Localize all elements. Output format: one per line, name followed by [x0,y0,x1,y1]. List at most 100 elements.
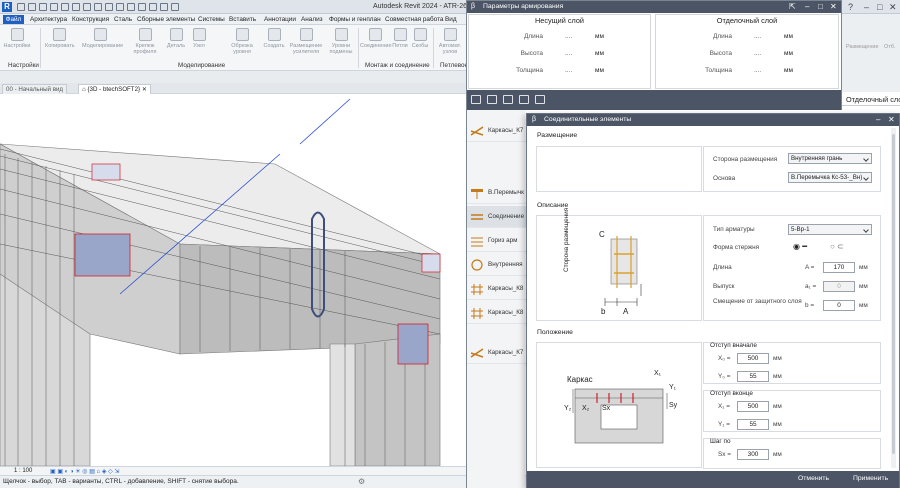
list-item[interactable]: Внутренняя [467,254,526,276]
list-item[interactable]: В.Перемычк [467,182,526,204]
view-scale[interactable]: 1 : 100 [14,468,32,474]
save-icon[interactable] [28,3,36,11]
menu-collaborate[interactable]: Совместная работа [385,16,443,23]
switch-windows-icon[interactable] [171,3,179,11]
minimize-icon[interactable]: – [876,115,880,124]
pin-icon[interactable]: ⇱ [789,2,796,11]
menu-architecture[interactable]: Архитектура [30,16,67,23]
ribbon-detail-button[interactable]: Деталь [165,28,187,49]
ribbon-button-label: Настройки [3,43,31,49]
list-item-label: Каркасы_К8 [488,309,524,316]
cancel-button[interactable]: Отменить [798,475,829,482]
shape-straight-radio[interactable]: ◉ ━ [793,242,807,251]
placement-ribbon-button[interactable]: Размещение [846,44,879,50]
scrollbar-thumb[interactable] [892,134,895,454]
diagram-side-label: Сторона размещения [563,207,570,272]
y1-input[interactable]: 55 [737,419,769,430]
ribbon-copy-button[interactable]: Копировать [45,28,75,49]
thin-lines-icon[interactable] [149,3,157,11]
list-item[interactable]: Каркасы_К7 [467,120,526,142]
apply-button[interactable]: Применить [853,475,888,482]
measure-icon[interactable] [83,3,91,11]
maximize-icon[interactable]: □ [818,2,823,11]
ribbon-loops-button[interactable]: Петли [390,28,410,49]
revit-logo[interactable]: R [2,2,12,12]
export-icon[interactable] [487,95,497,104]
dialog-scrollbar[interactable] [891,128,896,468]
list-item[interactable]: Каркасы_К8 [467,278,526,300]
menu-insert[interactable]: Вставить [229,16,256,23]
help-icon[interactable]: ? [848,2,853,12]
ribbon-auto-nodes-button[interactable]: Автомат. узлов [435,28,465,55]
menu-analyze[interactable]: Анализ [301,16,323,23]
import-icon[interactable] [503,95,513,104]
shape-hook-radio[interactable]: ○ ⊂ [830,242,844,251]
text-icon[interactable] [116,3,124,11]
menu-file[interactable]: Файл [3,15,24,24]
overhang-input[interactable]: 0 [823,281,855,292]
menu-view[interactable]: Вид [445,16,457,23]
list-item[interactable]: Каркасы_К7 [467,342,526,364]
ribbon-override-button[interactable]: Уровни подмены [326,28,356,55]
dimension-icon[interactable] [94,3,102,11]
undo-icon[interactable] [50,3,58,11]
ribbon-modeling-button[interactable]: Моделирование [82,28,123,49]
redo-icon[interactable] [61,3,69,11]
quick-access-toolbar [17,3,182,13]
tag-icon[interactable] [105,3,113,11]
edit-icon[interactable] [535,95,545,104]
ribbon-profile-button[interactable]: Крепеж профиля [131,28,159,55]
list-item[interactable]: Соединение [467,206,526,228]
thickness-label: Толщина [705,67,732,74]
diagram-label-sy: Sy [669,402,678,409]
x0-input[interactable]: 500 [737,353,769,364]
open-icon[interactable] [17,3,25,11]
section-icon[interactable] [138,3,146,11]
view-control-icons[interactable]: ▣ ▣ ◐ ◑ ☀ ◎ ▤ ⌂ ◈ ◇ ⇲ [50,468,119,475]
rebar-model-drawing [0,98,441,466]
sx-input[interactable]: 300 [737,449,769,460]
close-icon[interactable]: ✕ [888,115,895,124]
minimize-icon[interactable]: – [805,2,809,11]
print-icon[interactable] [72,3,80,11]
ribbon-button-label: Моделирование [82,43,124,49]
close-icon[interactable]: ✕ [889,2,897,13]
worksharing-icon[interactable]: ⚙ [358,477,365,486]
menu-systems[interactable]: Системы [198,16,225,23]
ribbon-connection-button[interactable]: Соединение [360,28,392,49]
menu-icon[interactable] [471,95,481,104]
menu-structure[interactable]: Конструкция [72,16,109,23]
ribbon-create-button[interactable]: Создать [262,28,286,49]
length-input[interactable]: 170 [823,262,855,273]
tab-start-view[interactable]: 00 - Начальный вид [2,84,68,94]
menu-precast[interactable]: Сборные элементы [137,16,195,23]
3d-view-canvas[interactable] [0,94,466,466]
menu-annotate[interactable]: Аннотации [264,16,296,23]
sync-icon[interactable] [39,3,47,11]
maximize-icon[interactable]: □ [877,2,882,12]
y0-input[interactable]: 55 [737,371,769,382]
base-select[interactable]: В.Перемычка Кс-53-_Вн) [788,172,872,183]
finish-ribbon-button[interactable]: Отб. [884,44,895,50]
3d-view-icon[interactable] [127,3,135,11]
placement-side-select[interactable]: Внутренняя грань [788,153,872,164]
close-icon[interactable]: ✕ [830,2,837,11]
list-item[interactable]: Каркасы_К8 [467,302,526,324]
close-tab-icon[interactable]: ✕ [142,86,147,93]
rebar-type-select[interactable]: 5-Вр-1 [788,224,872,235]
ribbon-trim-button[interactable]: Обрезка уровня [225,28,259,55]
menu-massing[interactable]: Формы и генплан [329,16,381,23]
close-hidden-icon[interactable] [160,3,168,11]
x1-input[interactable]: 500 [737,401,769,412]
thickness-unit: мм [595,67,604,74]
ribbon-node-button[interactable]: Узел [188,28,210,49]
list-item[interactable]: Гориз арм [467,230,526,252]
ribbon-brackets-button[interactable]: Скобы [410,28,430,49]
ribbon-reinforcer-button[interactable]: Размещение усилителя [288,28,324,55]
tab-3d-view[interactable]: ⌂ {3D - btechSOFT2} ✕ [78,84,152,94]
ribbon-settings-button[interactable]: Настройки [3,28,31,49]
minimize-icon[interactable]: – [864,2,869,12]
cover-offset-input[interactable]: 0 [823,300,855,311]
filter-icon[interactable] [519,95,529,104]
menu-steel[interactable]: Сталь [114,16,132,23]
